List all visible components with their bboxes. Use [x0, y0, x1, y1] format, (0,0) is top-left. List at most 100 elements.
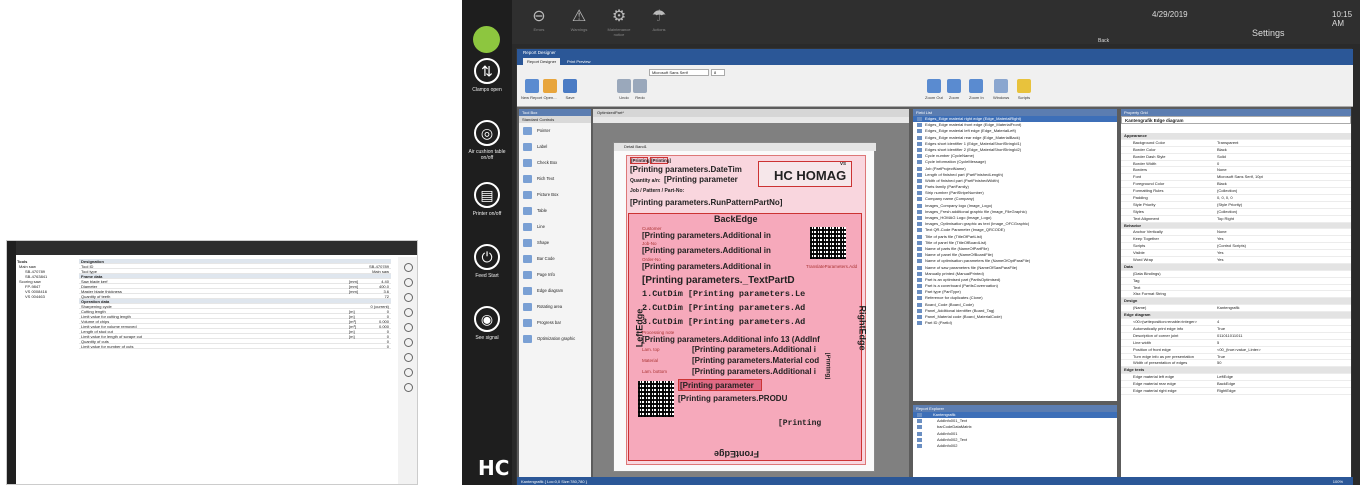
property-row[interactable]: Anchor Vertically None	[1121, 229, 1351, 237]
detail-band[interactable]: Detail Band1	[614, 143, 876, 151]
toolbox-item[interactable]: Rich Text	[519, 171, 591, 187]
font-select[interactable]: Microsoft Sans Serif	[649, 69, 709, 76]
cutdim-3[interactable]: 3.CutDim [Printing parameters.Ad	[642, 317, 805, 327]
quantity-label[interactable]: Quantity a/n:	[630, 178, 661, 184]
lam-bottom-field[interactable]: [Printing parameters.Additional i	[692, 367, 816, 376]
back-button[interactable]: Back	[1098, 38, 1109, 44]
savebutton[interactable]: Save	[563, 79, 577, 100]
zoom-level[interactable]: 100%	[1333, 477, 1343, 485]
jobno-field[interactable]: [Printing parameters.Additional in	[642, 246, 771, 255]
search-icon[interactable]	[404, 323, 413, 332]
vs-field[interactable]: VS	[840, 161, 846, 166]
redobutton[interactable]: Redo	[633, 79, 647, 100]
tool-box-category[interactable]: Standard Controls	[519, 116, 591, 123]
left-bar-button[interactable]: ◎ Air cushion table on/off	[466, 120, 508, 161]
lam-top-field[interactable]: [Printing parameters.Additional i	[692, 345, 816, 354]
tab-print-preview[interactable]: Print Preview	[563, 58, 595, 65]
property-row[interactable]: Position of front edge <00_(true>value_Li…	[1121, 347, 1351, 354]
toolbox-item[interactable]: Pointer	[519, 123, 591, 139]
tool-property-row[interactable]: Limit value for number of cuts 0	[79, 344, 391, 349]
property-row[interactable]: Border Width 0	[1121, 161, 1351, 168]
left-bar-button[interactable]: ⏻ Feed Start	[466, 244, 508, 279]
toolbox-item[interactable]: Edge diagram	[519, 283, 591, 299]
open-button[interactable]: Open...	[543, 79, 557, 100]
zoom-inbutton[interactable]: Zoom In	[969, 79, 984, 100]
cutdim-1[interactable]: 1.CutDim [Printing parameters.Le	[642, 289, 805, 299]
property-row[interactable]: Width of presentation of edges 50	[1121, 360, 1351, 368]
property-row[interactable]: Styles (Collection)	[1121, 209, 1351, 216]
property-row[interactable]: (Data Bindings)	[1121, 271, 1351, 278]
printing-a[interactable]: [Printing]	[631, 158, 651, 163]
property-row[interactable]: Scripts (Control Scripts)	[1121, 243, 1351, 251]
property-row[interactable]: Padding 0, 0, 0, 0	[1121, 195, 1351, 202]
tab-report-designer[interactable]: Report Designer	[523, 58, 561, 65]
add-icon[interactable]	[404, 368, 413, 377]
copy-icon[interactable]	[404, 353, 413, 362]
toolbox-item[interactable]: Line	[519, 219, 591, 235]
toolbox-item[interactable]: Shape	[519, 235, 591, 251]
property-row[interactable]: Font Microsoft Sans Serif, 10pt	[1121, 174, 1351, 182]
property-row[interactable]: Borders None	[1121, 167, 1351, 175]
property-row[interactable]: Automatically print edge info True	[1121, 326, 1351, 333]
toolbox-item[interactable]: Optimization graphic	[519, 331, 591, 347]
top-icon-1[interactable]: ⚠ Warnings	[566, 6, 592, 32]
property-row[interactable]: Edge material left edge LeftEdge	[1121, 374, 1351, 382]
vertical-printing-field[interactable]: [Printing]	[824, 353, 830, 380]
back-edge-label[interactable]: BackEdge	[714, 214, 758, 224]
property-row[interactable]: Behavior	[1121, 222, 1351, 230]
customer-field[interactable]: [Printing parameters.Additional in	[642, 231, 771, 240]
toolbox-item[interactable]: Table	[519, 203, 591, 219]
property-row[interactable]: Xlsx Format String	[1121, 291, 1351, 299]
runpattern-field[interactable]: [Printing parameters.RunPatternPartNo]	[630, 198, 782, 207]
produ-field[interactable]: [Printing parameters.PRODU	[678, 394, 787, 403]
property-row[interactable]: Visible Yes	[1121, 250, 1351, 258]
zoombutton[interactable]: Zoom	[947, 79, 961, 100]
toolbox-item[interactable]: Page Info	[519, 267, 591, 283]
property-row[interactable]: Border Dash Style Solid	[1121, 154, 1351, 161]
property-row[interactable]: Border Color Black	[1121, 147, 1351, 154]
property-row[interactable]: Description of corner joint 011011011011	[1121, 333, 1351, 340]
addinfo13-field[interactable]: [Printing parameters.Additional info 13 …	[642, 335, 820, 344]
new-reportbutton[interactable]: New Report	[521, 79, 542, 100]
top-icon-3[interactable]: ☂ Actions	[646, 6, 672, 32]
print-icon[interactable]	[404, 293, 413, 302]
job-label[interactable]: Job / Pattern / Part-No:	[630, 188, 684, 194]
property-row[interactable]: Word Wrap Yes	[1121, 257, 1351, 264]
property-row[interactable]: Text	[1121, 285, 1351, 292]
property-row[interactable]: Background Color Transparent	[1121, 140, 1351, 147]
toolbox-item[interactable]: Picture Box	[519, 187, 591, 203]
property-row[interactable]: Line width 5	[1121, 340, 1351, 347]
property-row[interactable]: (Name) Kantengrafik	[1121, 305, 1351, 313]
property-row[interactable]: Edge diagram	[1121, 312, 1351, 320]
cutdim-2[interactable]: 2.CutDim [Printing parameters.Ad	[642, 303, 805, 313]
toolbox-item[interactable]: Bar Code	[519, 251, 591, 267]
material-field[interactable]: [Printing parameters.Material cod	[692, 356, 819, 365]
property-row[interactable]: Style Priority (Style Priority)	[1121, 202, 1351, 209]
date-field[interactable]: [Printing parameters.DateTim	[630, 165, 742, 174]
property-row[interactable]: Keep Together Yes	[1121, 236, 1351, 244]
info-icon[interactable]	[404, 338, 413, 347]
property-row[interactable]: Formatting Rules (Collection)	[1121, 188, 1351, 196]
windowsbutton[interactable]: Windows	[993, 79, 1009, 100]
canvas-tab[interactable]: OptimizedPart*	[593, 109, 909, 117]
printing-c-field[interactable]: [Printing	[778, 419, 821, 428]
remove-icon[interactable]	[404, 383, 413, 392]
property-row[interactable]: <00>(writeposition>enable>integer> 4	[1121, 319, 1351, 326]
toolbox-item[interactable]: Progress bar	[519, 315, 591, 331]
right-edge-label[interactable]: RightEdge	[858, 306, 868, 351]
tree-item[interactable]: VS 004463	[17, 294, 77, 299]
font-size-select[interactable]: 8	[711, 69, 725, 76]
property-row[interactable]: Edge material right edge RightEdge	[1121, 388, 1351, 395]
edit-icon[interactable]	[404, 308, 413, 317]
param2-field[interactable]: [Printing parameter	[680, 381, 754, 390]
property-row[interactable]: Appearance	[1121, 133, 1351, 140]
toolbox-item[interactable]: Label	[519, 139, 591, 155]
scriptsbutton[interactable]: Scripts	[1017, 79, 1031, 100]
property-row[interactable]: Foreground Color Black	[1121, 181, 1351, 189]
left-bar-button[interactable]: ⇅ Clamps open	[466, 58, 508, 93]
toolbox-item[interactable]: Check Box	[519, 155, 591, 171]
orderno-field[interactable]: [Printing parameters.Additional in	[642, 262, 771, 271]
property-row[interactable]: Design	[1121, 298, 1351, 306]
printing-b[interactable]: [Printing]	[651, 158, 671, 163]
property-row[interactable]: Edge texts	[1121, 367, 1351, 375]
